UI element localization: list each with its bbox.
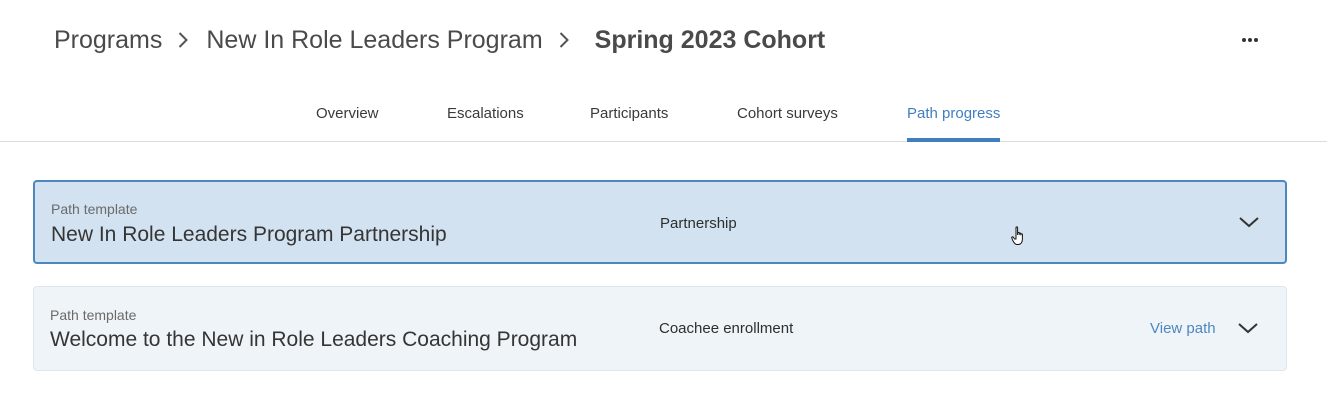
- tab-path-progress[interactable]: Path progress: [907, 96, 1001, 142]
- expand-button[interactable]: [1237, 210, 1261, 234]
- tab-bar: Overview Escalations Participants Cohort…: [0, 96, 1327, 142]
- more-options-button[interactable]: [1236, 26, 1264, 54]
- breadcrumb-programs[interactable]: Programs: [54, 26, 162, 55]
- chevron-down-icon: [1239, 217, 1259, 228]
- path-caption: Path template: [51, 201, 138, 217]
- view-path-link[interactable]: View path: [1150, 320, 1216, 337]
- chevron-down-icon: [1238, 323, 1258, 334]
- breadcrumb-program[interactable]: New In Role Leaders Program: [206, 26, 542, 55]
- breadcrumb: Programs New In Role Leaders Program Spr…: [54, 22, 825, 58]
- path-type: Partnership: [660, 215, 737, 232]
- path-caption: Path template: [50, 307, 137, 323]
- page-title: Spring 2023 Cohort: [594, 25, 826, 54]
- path-card[interactable]: Path template Welcome to the New in Role…: [33, 286, 1287, 371]
- path-card[interactable]: Path template New In Role Leaders Progra…: [33, 180, 1287, 264]
- expand-button[interactable]: [1236, 316, 1260, 340]
- tab-escalations[interactable]: Escalations: [447, 96, 524, 141]
- chevron-right-icon: [559, 31, 569, 49]
- tab-participants[interactable]: Participants: [590, 96, 668, 141]
- tab-overview[interactable]: Overview: [316, 96, 379, 141]
- path-title: New In Role Leaders Program Partnership: [51, 223, 447, 246]
- tab-cohort-surveys[interactable]: Cohort surveys: [737, 96, 838, 141]
- path-title: Welcome to the New in Role Leaders Coach…: [50, 328, 578, 351]
- chevron-right-icon: [178, 31, 189, 49]
- path-type: Coachee enrollment: [659, 320, 794, 337]
- more-horizontal-icon: [1242, 38, 1258, 42]
- hand-cursor-icon: [1011, 226, 1023, 245]
